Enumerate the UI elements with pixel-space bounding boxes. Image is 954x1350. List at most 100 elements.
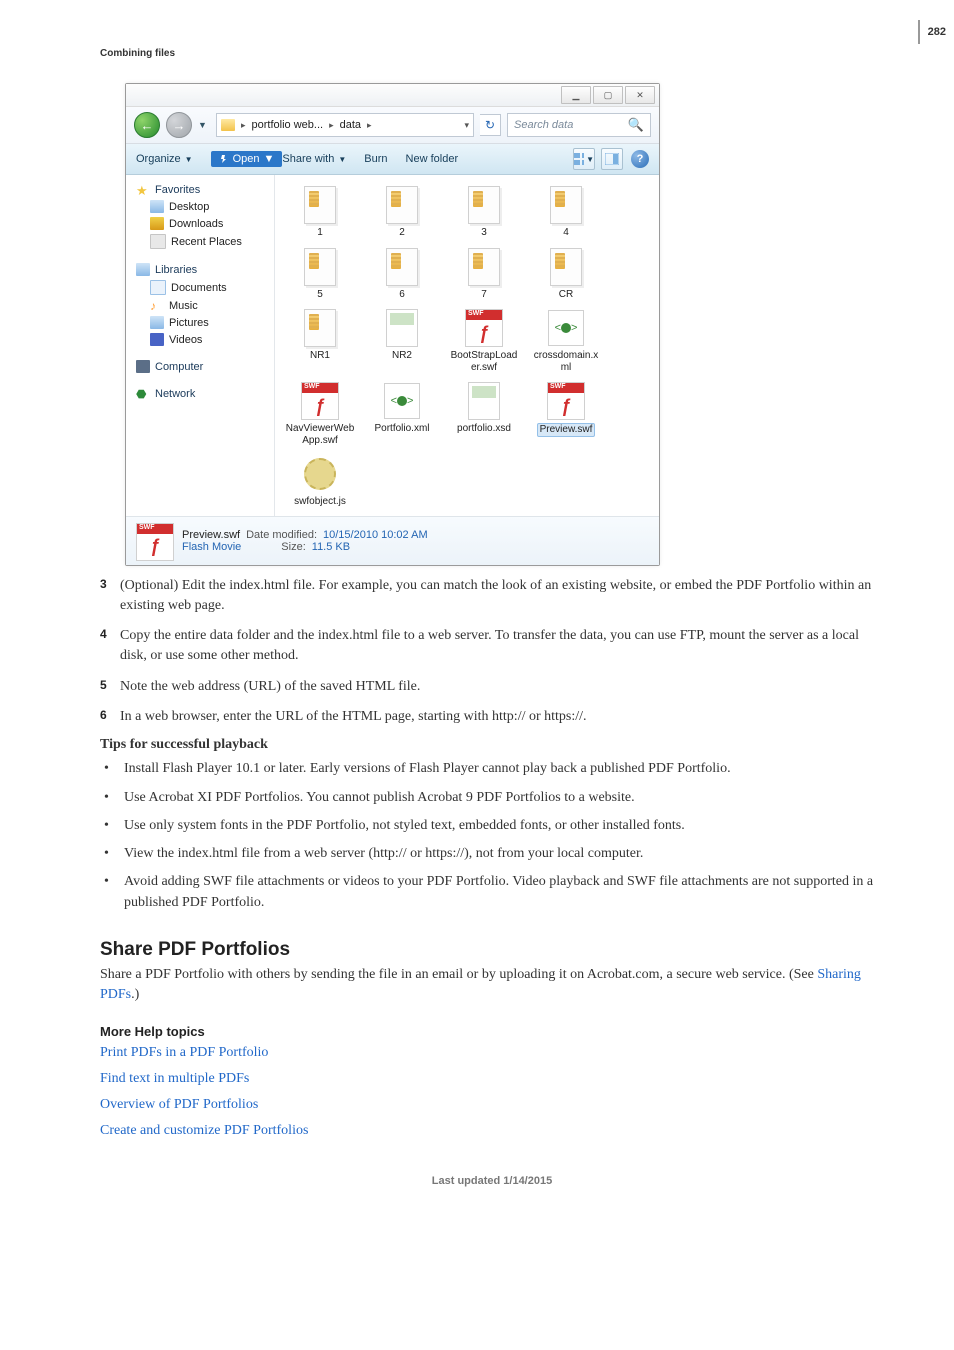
maximize-button[interactable]: ▢ (593, 86, 623, 104)
details-filetype: Flash Movie (182, 541, 241, 553)
tip-item: •Install Flash Player 10.1 or later. Ear… (100, 759, 884, 779)
folder-tile[interactable]: 1 (285, 185, 355, 239)
details-size-label: Size: (281, 541, 305, 553)
search-icon: 🔍 (628, 117, 644, 133)
nav-documents[interactable]: Documents (136, 278, 268, 297)
change-view-button[interactable]: ▼ (573, 148, 595, 170)
nav-recent-places[interactable]: Recent Places (136, 232, 268, 251)
nav-history-dropdown[interactable]: ▼ (198, 120, 210, 130)
videos-icon (150, 333, 164, 346)
folder-icon (386, 248, 418, 286)
folder-tile[interactable]: CR (531, 247, 601, 301)
network-group[interactable]: ⬣Network (136, 385, 268, 402)
swf-icon: SWFƒ (547, 382, 585, 420)
libraries-group[interactable]: Libraries (136, 261, 268, 278)
details-date-label: Date modified: (246, 529, 317, 541)
tip-item: •Use Acrobat XI PDF Portfolios. You cann… (100, 788, 884, 808)
nav-back-button[interactable]: ← (134, 112, 160, 138)
nav-desktop[interactable]: Desktop (136, 198, 268, 215)
folder-icon (550, 186, 582, 224)
tip-item: •View the index.html file from a web ser… (100, 844, 884, 864)
folder-icon (468, 248, 500, 286)
computer-icon (136, 360, 150, 373)
breadcrumb-item[interactable]: portfolio web... (252, 119, 324, 131)
folder-tile[interactable]: NR1 (285, 308, 355, 373)
tips-heading: Tips for successful playback (100, 737, 884, 753)
step-item: 4Copy the entire data folder and the ind… (100, 626, 884, 667)
help-link[interactable]: Print PDFs in a PDF Portfolio (100, 1045, 884, 1061)
nav-downloads[interactable]: Downloads (136, 215, 268, 232)
folder-tile[interactable]: NR2 (367, 308, 437, 373)
window-titlebar: ▁ ▢ ✕ (126, 84, 659, 107)
more-help-heading: More Help topics (100, 1024, 884, 1039)
xml-icon (548, 310, 584, 346)
nav-pictures[interactable]: Pictures (136, 314, 268, 331)
libraries-icon (136, 263, 150, 276)
folder-icon (304, 186, 336, 224)
file-tile[interactable]: Portfolio.xml (367, 381, 437, 446)
share-heading: Share PDF Portfolios (100, 939, 884, 961)
downloads-icon (150, 217, 164, 230)
explorer-window: ▁ ▢ ✕ ← → ▼ ▸ portfolio web... ▸ data ▸ … (125, 83, 660, 566)
tip-item: •Avoid adding SWF file attachments or vi… (100, 872, 884, 913)
minimize-button[interactable]: ▁ (561, 86, 591, 104)
folder-tile[interactable]: 5 (285, 247, 355, 301)
folder-icon (221, 119, 235, 131)
nav-forward-button[interactable]: → (166, 112, 192, 138)
step-item: 5Note the web address (URL) of the saved… (100, 677, 884, 697)
burn-button[interactable]: Burn (364, 153, 387, 165)
nav-music[interactable]: ♪Music (136, 297, 268, 314)
folder-tile[interactable]: 7 (449, 247, 519, 301)
star-icon: ★ (136, 183, 150, 196)
folder-icon (468, 186, 500, 224)
folder-tile[interactable]: 3 (449, 185, 519, 239)
file-tile[interactable]: swfobject.js (285, 454, 355, 508)
swf-icon: SWFƒ (465, 309, 503, 347)
folder-icon (304, 309, 336, 347)
folder-tile[interactable]: 6 (367, 247, 437, 301)
explorer-toolbar: Organize ▼ Open ▼ Share with ▼ Burn New … (126, 144, 659, 175)
file-icon (386, 309, 418, 347)
page-number: 282 (918, 20, 954, 44)
refresh-button[interactable]: ↻ (480, 114, 501, 136)
details-pane: SWFƒ Preview.swf Date modified: 10/15/20… (126, 516, 659, 565)
folder-tile[interactable]: 4 (531, 185, 601, 239)
favorites-group[interactable]: ★Favorites (136, 181, 268, 198)
search-input[interactable]: Search data 🔍 (507, 113, 651, 137)
network-icon: ⬣ (136, 387, 150, 400)
share-with-button[interactable]: Share with ▼ (282, 153, 346, 165)
preview-pane-button[interactable] (601, 148, 623, 170)
swf-icon: SWFƒ (136, 523, 174, 561)
computer-group[interactable]: Computer (136, 358, 268, 375)
documents-icon (150, 280, 166, 295)
new-folder-button[interactable]: New folder (406, 153, 459, 165)
view-icon (574, 153, 584, 165)
file-tile[interactable]: crossdomain.xml (531, 308, 601, 373)
address-bar[interactable]: ▸ portfolio web... ▸ data ▸ ▾ (216, 113, 474, 137)
help-link[interactable]: Overview of PDF Portfolios (100, 1097, 884, 1113)
file-tile[interactable]: portfolio.xsd (449, 381, 519, 446)
open-button[interactable]: Open ▼ (211, 151, 283, 167)
search-placeholder: Search data (514, 119, 573, 131)
script-icon (303, 457, 337, 491)
help-button[interactable]: ? (631, 150, 649, 168)
breadcrumb-item[interactable]: data (340, 119, 361, 131)
help-link[interactable]: Find text in multiple PDFs (100, 1071, 884, 1087)
close-button[interactable]: ✕ (625, 86, 655, 104)
file-tile[interactable]: SWFƒPreview.swf (531, 381, 601, 446)
folder-tile[interactable]: 2 (367, 185, 437, 239)
help-link[interactable]: Create and customize PDF Portfolios (100, 1123, 884, 1139)
folder-icon (550, 248, 582, 286)
preview-icon (605, 153, 619, 165)
pictures-icon (150, 316, 164, 329)
folder-icon (386, 186, 418, 224)
recent-icon (150, 234, 166, 249)
file-tile[interactable]: SWFƒBootStrapLoader.swf (449, 308, 519, 373)
organize-button[interactable]: Organize ▼ (136, 153, 193, 165)
file-tile[interactable]: SWFƒNavViewerWebApp.swf (285, 381, 355, 446)
file-list: 1 2 3 4 5 6 7 CR NR1 NR2 SWFƒBootStrapLo… (275, 175, 659, 516)
nav-videos[interactable]: Videos (136, 331, 268, 348)
step-item: 3(Optional) Edit the index.html file. Fo… (100, 576, 884, 617)
folder-icon (304, 248, 336, 286)
details-filename: Preview.swf (182, 529, 240, 541)
